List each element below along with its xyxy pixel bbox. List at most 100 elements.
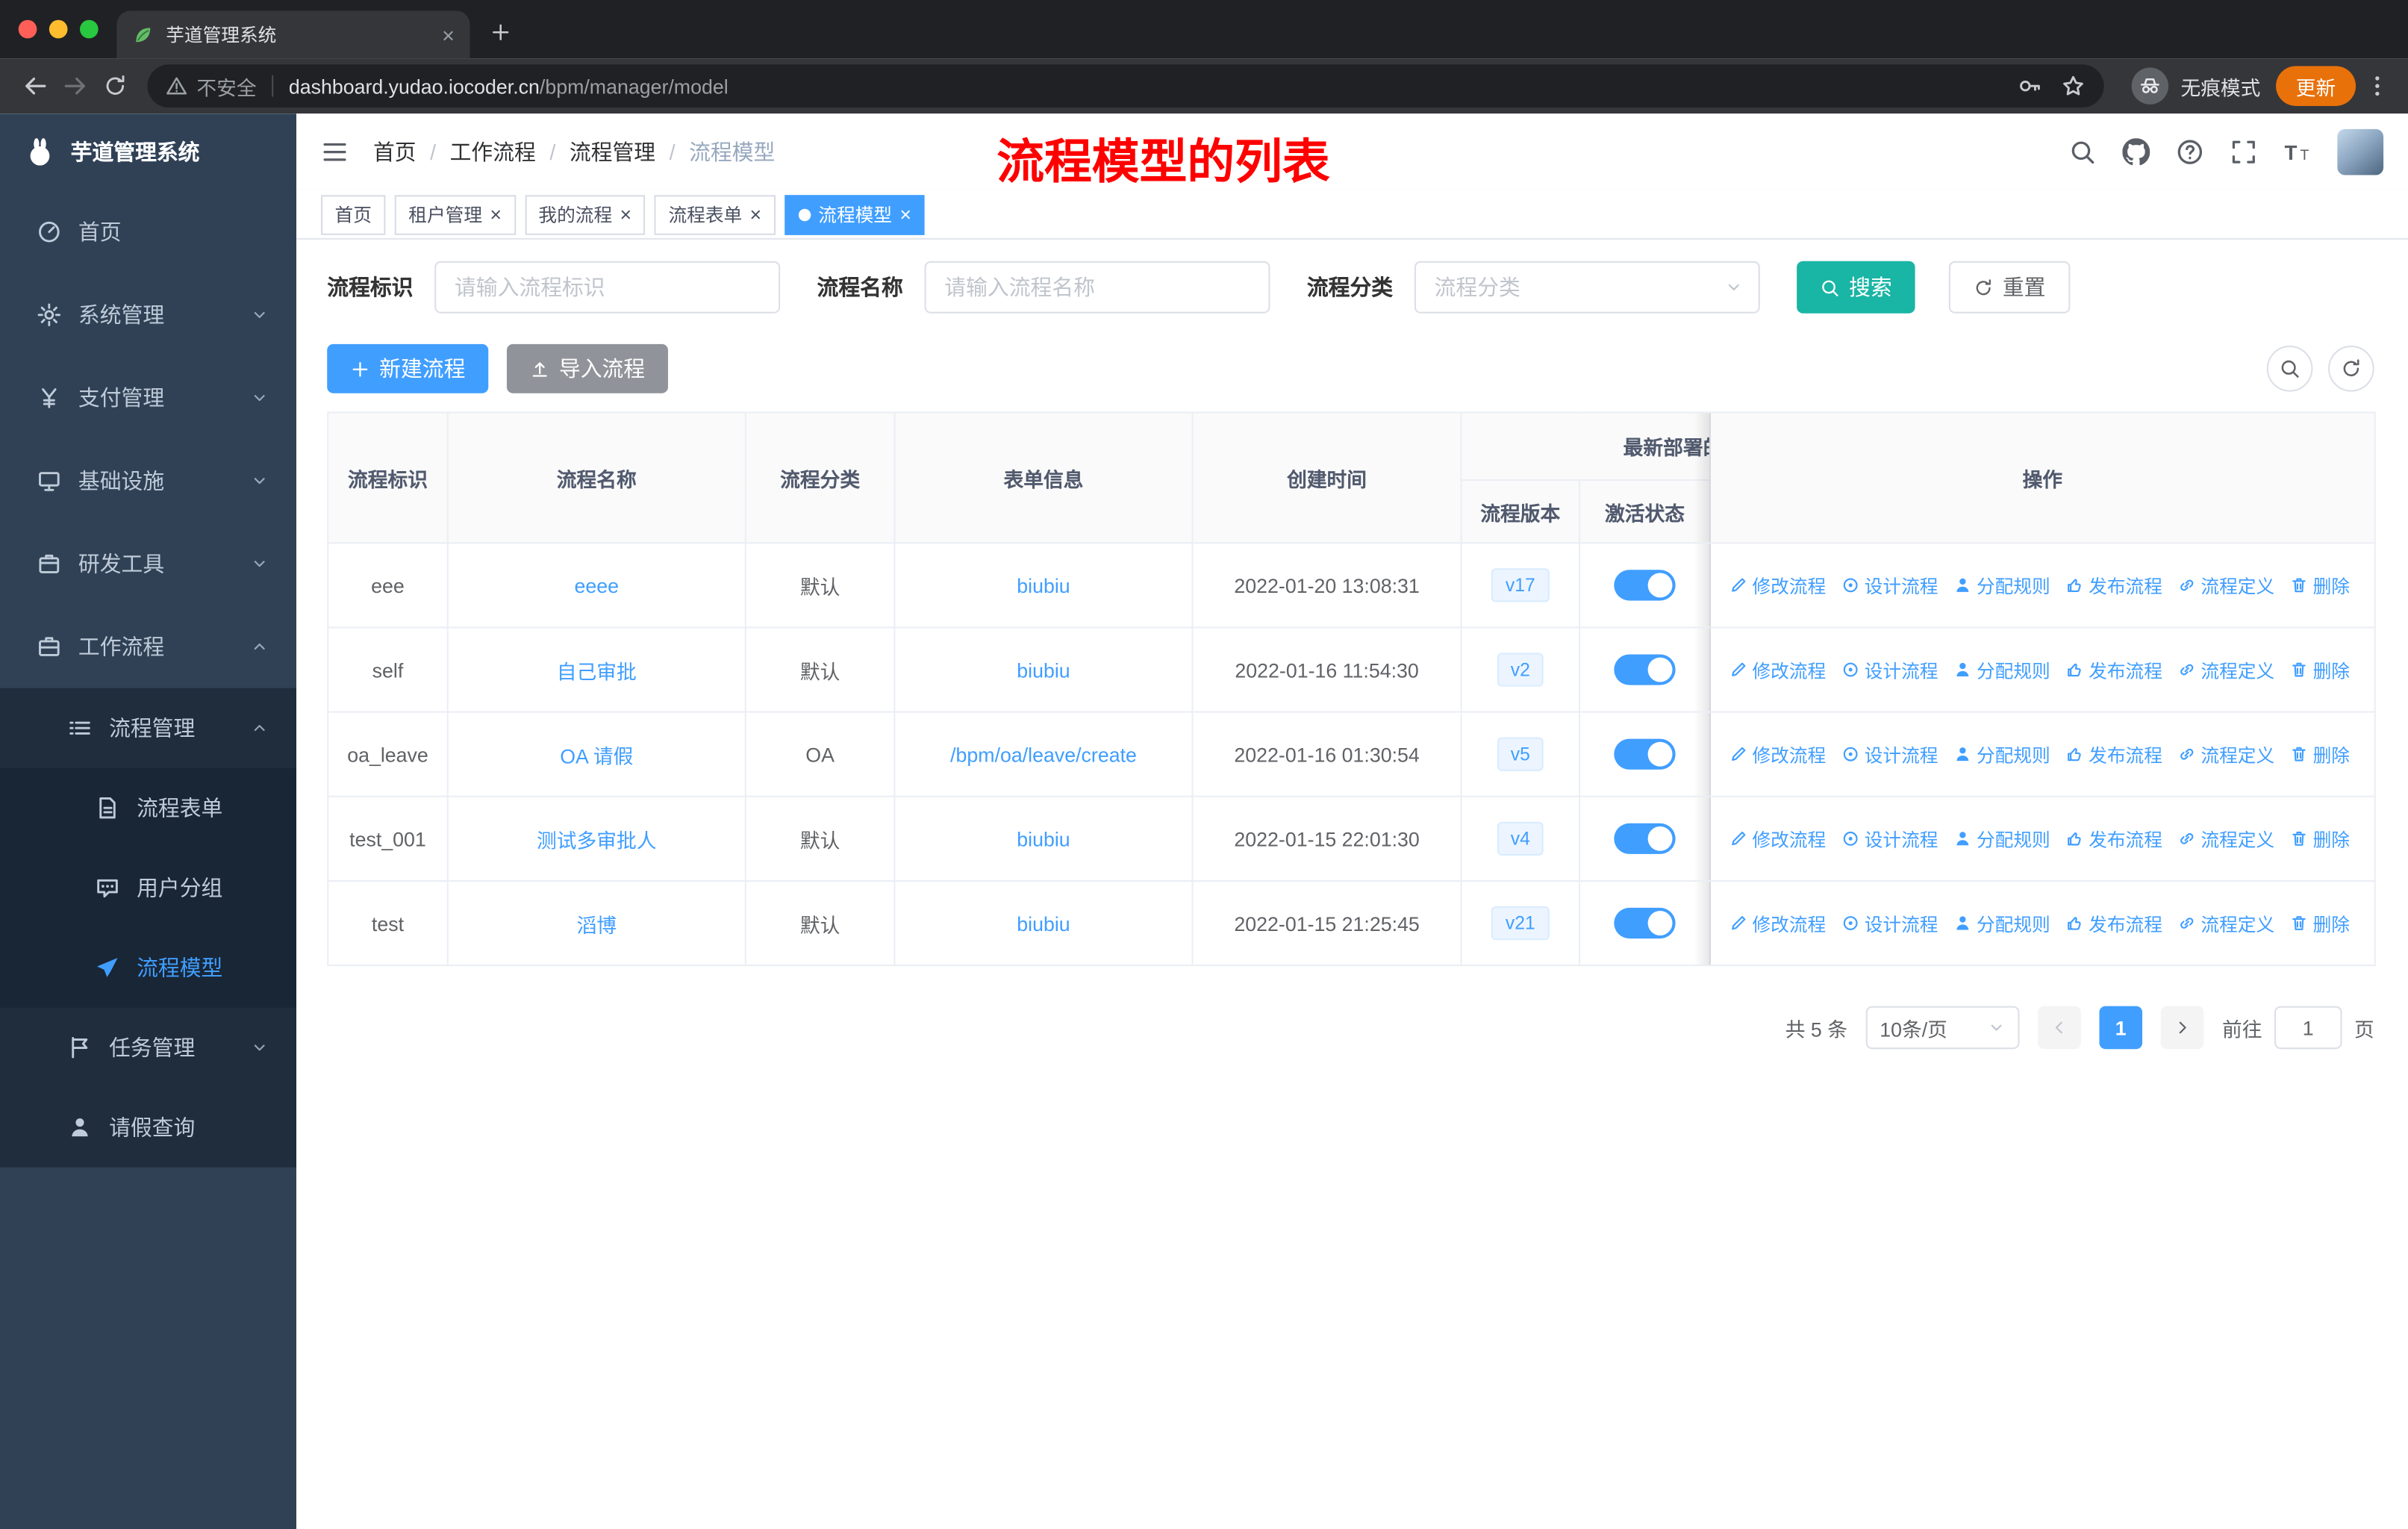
tab-close-icon[interactable]: ×: [442, 24, 455, 46]
action-delete[interactable]: 删除: [2290, 741, 2350, 767]
sidebar-item-task-mgmt[interactable]: 任务管理: [0, 1008, 296, 1088]
action-process-definition[interactable]: 流程定义: [2178, 572, 2274, 598]
process-name-link[interactable]: 滔博: [577, 913, 617, 936]
form-link[interactable]: biubiu: [1017, 573, 1070, 597]
page-number-current[interactable]: 1: [2099, 1006, 2143, 1050]
browser-tab[interactable]: 芋道管理系统 ×: [116, 10, 470, 59]
breadcrumb-workflow[interactable]: 工作流程: [450, 137, 536, 167]
action-delete[interactable]: 删除: [2290, 657, 2350, 683]
font-size-button[interactable]: [2283, 138, 2311, 166]
form-link[interactable]: biubiu: [1017, 658, 1070, 682]
breadcrumb-home[interactable]: 首页: [373, 137, 417, 167]
new-tab-button[interactable]: [479, 10, 523, 54]
sidebar-item-process-model[interactable]: 流程模型: [0, 927, 297, 1008]
close-window-button[interactable]: [18, 19, 37, 39]
sidebar-item-devtools[interactable]: 研发工具: [0, 523, 296, 605]
active-toggle[interactable]: [1614, 654, 1676, 685]
process-id-input[interactable]: [434, 261, 781, 314]
browser-update-button[interactable]: 更新: [2276, 66, 2356, 106]
action-publish-process[interactable]: 发布流程: [2065, 741, 2162, 767]
next-page-button[interactable]: [2160, 1006, 2204, 1050]
header-search-button[interactable]: [2068, 138, 2096, 166]
tag-tenant[interactable]: 租户管理 ×: [394, 194, 516, 234]
browser-menu-button[interactable]: [2362, 66, 2392, 105]
form-link[interactable]: /bpm/oa/leave/create: [950, 743, 1137, 766]
tag-home[interactable]: 首页: [320, 194, 386, 234]
sidebar-item-workflow[interactable]: 工作流程: [0, 605, 296, 688]
sidebar-item-home[interactable]: 首页: [0, 190, 296, 273]
action-design-process[interactable]: 设计流程: [1841, 572, 1938, 598]
action-delete[interactable]: 删除: [2290, 910, 2350, 936]
action-design-process[interactable]: 设计流程: [1841, 826, 1938, 852]
minimize-window-button[interactable]: [49, 19, 68, 39]
process-name-link[interactable]: 测试多审批人: [537, 829, 657, 852]
active-toggle[interactable]: [1614, 570, 1676, 601]
sidebar-item-process-form[interactable]: 流程表单: [0, 767, 297, 848]
action-delete[interactable]: 删除: [2290, 826, 2350, 852]
process-name-input[interactable]: [924, 261, 1270, 314]
sidebar-item-process-mgmt[interactable]: 流程管理: [0, 688, 296, 768]
address-bar[interactable]: 不安全 dashboard.yudao.iocoder.cn/bpm/manag…: [147, 64, 2104, 108]
sidebar-item-system[interactable]: 系统管理: [0, 273, 296, 356]
tag-process-model[interactable]: 流程模型 ×: [785, 194, 926, 234]
action-edit-process[interactable]: 修改流程: [1729, 741, 1826, 767]
action-process-definition[interactable]: 流程定义: [2178, 657, 2274, 683]
action-publish-process[interactable]: 发布流程: [2065, 657, 2162, 683]
tag-close-icon[interactable]: ×: [750, 205, 762, 225]
prev-page-button[interactable]: [2038, 1006, 2081, 1050]
tag-close-icon[interactable]: ×: [899, 205, 911, 225]
incognito-indicator[interactable]: 无痕模式: [2131, 67, 2260, 105]
active-toggle[interactable]: [1614, 738, 1676, 770]
tag-my-process[interactable]: 我的流程 ×: [524, 194, 646, 234]
password-key-button[interactable]: [2018, 74, 2042, 99]
action-assign-rule[interactable]: 分配规则: [1953, 741, 2050, 767]
app-logo[interactable]: 芋道管理系统: [0, 113, 296, 190]
reload-button[interactable]: [96, 66, 135, 105]
action-design-process[interactable]: 设计流程: [1841, 741, 1938, 767]
action-assign-rule[interactable]: 分配规则: [1953, 910, 2050, 936]
action-process-definition[interactable]: 流程定义: [2178, 741, 2274, 767]
action-assign-rule[interactable]: 分配规则: [1953, 572, 2050, 598]
tag-close-icon[interactable]: ×: [490, 205, 502, 225]
active-toggle[interactable]: [1614, 907, 1676, 939]
sidebar-toggle-button[interactable]: [321, 138, 349, 166]
page-size-select[interactable]: 10条/页: [1865, 1006, 2020, 1050]
form-link[interactable]: biubiu: [1017, 912, 1070, 935]
process-name-link[interactable]: 自己审批: [557, 660, 637, 683]
github-link[interactable]: [2122, 138, 2150, 166]
action-publish-process[interactable]: 发布流程: [2065, 826, 2162, 852]
maximize-window-button[interactable]: [79, 19, 99, 39]
action-process-definition[interactable]: 流程定义: [2178, 910, 2274, 936]
sidebar-item-leave-query[interactable]: 请假查询: [0, 1088, 296, 1168]
action-assign-rule[interactable]: 分配规则: [1953, 657, 2050, 683]
create-process-button[interactable]: 新建流程: [327, 343, 489, 393]
sidebar-item-user-group[interactable]: 用户分组: [0, 847, 297, 928]
avatar[interactable]: [2337, 128, 2384, 175]
action-process-definition[interactable]: 流程定义: [2178, 826, 2274, 852]
forward-button[interactable]: [55, 66, 95, 105]
search-button[interactable]: 搜索: [1797, 261, 1915, 314]
form-link[interactable]: biubiu: [1017, 827, 1070, 850]
action-edit-process[interactable]: 修改流程: [1729, 657, 1826, 683]
action-assign-rule[interactable]: 分配规则: [1953, 826, 2050, 852]
reset-button[interactable]: 重置: [1948, 261, 2071, 314]
process-name-link[interactable]: eeee: [575, 573, 620, 597]
sidebar-item-payment[interactable]: 支付管理: [0, 356, 296, 439]
action-design-process[interactable]: 设计流程: [1841, 910, 1938, 936]
sidebar-item-infra[interactable]: 基础设施: [0, 439, 296, 522]
goto-page-input[interactable]: [2274, 1006, 2342, 1050]
show-search-button[interactable]: [2266, 345, 2313, 392]
action-publish-process[interactable]: 发布流程: [2065, 910, 2162, 936]
action-design-process[interactable]: 设计流程: [1841, 657, 1938, 683]
back-button[interactable]: [16, 66, 55, 105]
active-toggle[interactable]: [1614, 823, 1676, 854]
bookmark-button[interactable]: [2061, 74, 2086, 99]
action-publish-process[interactable]: 发布流程: [2065, 572, 2162, 598]
import-process-button[interactable]: 导入流程: [506, 343, 668, 393]
security-indicator[interactable]: 不安全: [166, 72, 257, 101]
process-name-link[interactable]: OA 请假: [560, 744, 633, 767]
breadcrumb-process-mgmt[interactable]: 流程管理: [570, 137, 655, 167]
action-edit-process[interactable]: 修改流程: [1729, 572, 1826, 598]
action-edit-process[interactable]: 修改流程: [1729, 826, 1826, 852]
action-delete[interactable]: 删除: [2290, 572, 2350, 598]
